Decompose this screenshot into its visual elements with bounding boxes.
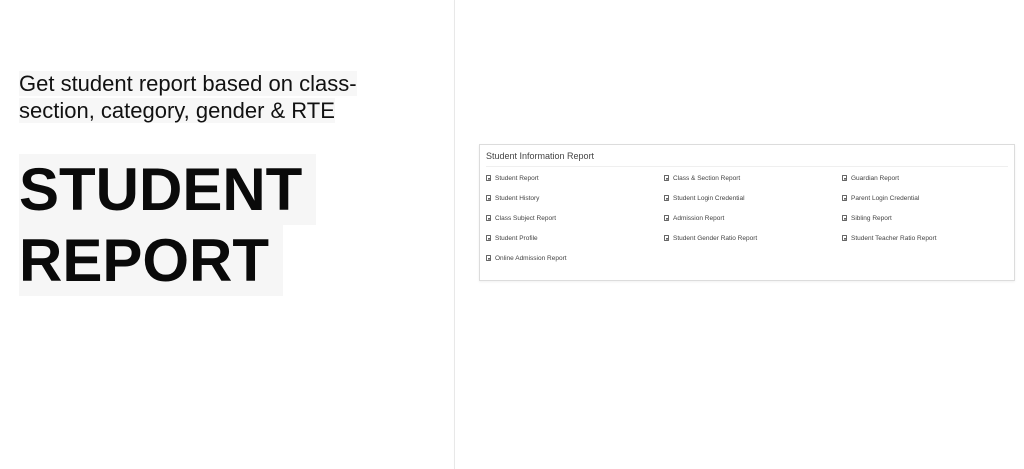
document-icon xyxy=(486,235,491,241)
tagline: Get student report based on class- secti… xyxy=(19,70,399,124)
report-link-label: Admission Report xyxy=(673,214,725,222)
report-link-label: Student Login Credential xyxy=(673,194,745,202)
report-link-sibling-report[interactable]: Sibling Report xyxy=(842,212,892,224)
document-icon xyxy=(664,175,669,181)
document-icon xyxy=(664,215,669,221)
document-icon xyxy=(842,195,847,201)
document-icon xyxy=(664,195,669,201)
report-link-label: Guardian Report xyxy=(851,174,900,182)
report-link-label: Student History xyxy=(495,194,540,202)
report-link-label: Student Gender Ratio Report xyxy=(673,234,758,242)
headline-line-2: REPORT xyxy=(19,225,284,296)
report-link-student-login-credential[interactable]: Student Login Credential xyxy=(664,192,745,204)
tagline-line-1: Get student report based on class- xyxy=(19,71,357,96)
report-link-guardian-report[interactable]: Guardian Report xyxy=(842,172,899,184)
document-icon xyxy=(486,255,491,261)
student-information-report-card: Student Information Report Student Repor… xyxy=(479,144,1015,281)
screenshot-panel: Student Information Report Student Repor… xyxy=(455,0,1024,469)
report-link-label: Class Subject Report xyxy=(495,214,557,222)
card-divider xyxy=(486,166,1008,167)
report-link-online-admission-report[interactable]: Online Admission Report xyxy=(486,252,567,264)
document-icon xyxy=(664,235,669,241)
report-link-parent-login-credential[interactable]: Parent Login Credential xyxy=(842,192,919,204)
document-icon xyxy=(486,175,491,181)
document-icon xyxy=(842,175,847,181)
report-link-label: Student Report xyxy=(495,174,539,182)
report-link-student-history[interactable]: Student History xyxy=(486,192,539,204)
report-link-student-profile[interactable]: Student Profile xyxy=(486,232,538,244)
report-link-label: Sibling Report xyxy=(851,214,892,222)
document-icon xyxy=(486,195,491,201)
report-link-admission-report[interactable]: Admission Report xyxy=(664,212,724,224)
report-link-label: Online Admission Report xyxy=(495,254,567,262)
hero-panel: Get student report based on class- secti… xyxy=(0,0,454,469)
report-link-student-report[interactable]: Student Report xyxy=(486,172,539,184)
report-link-label: Student Teacher Ratio Report xyxy=(851,234,937,242)
document-icon xyxy=(486,215,491,221)
report-link-class-section-report[interactable]: Class & Section Report xyxy=(664,172,740,184)
headline-line-1: STUDENT xyxy=(19,154,317,225)
document-icon xyxy=(842,235,847,241)
report-link-label: Class & Section Report xyxy=(673,174,741,182)
report-link-class-subject-report[interactable]: Class Subject Report xyxy=(486,212,556,224)
document-icon xyxy=(842,215,847,221)
page-title: STUDENT REPORT xyxy=(19,154,319,296)
report-link-student-teacher-ratio-report[interactable]: Student Teacher Ratio Report xyxy=(842,232,937,244)
report-link-label: Parent Login Credential xyxy=(851,194,920,202)
report-link-label: Student Profile xyxy=(495,234,538,242)
tagline-line-2: section, category, gender & RTE xyxy=(19,98,335,123)
card-title: Student Information Report xyxy=(486,151,595,161)
report-link-student-gender-ratio-report[interactable]: Student Gender Ratio Report xyxy=(664,232,757,244)
